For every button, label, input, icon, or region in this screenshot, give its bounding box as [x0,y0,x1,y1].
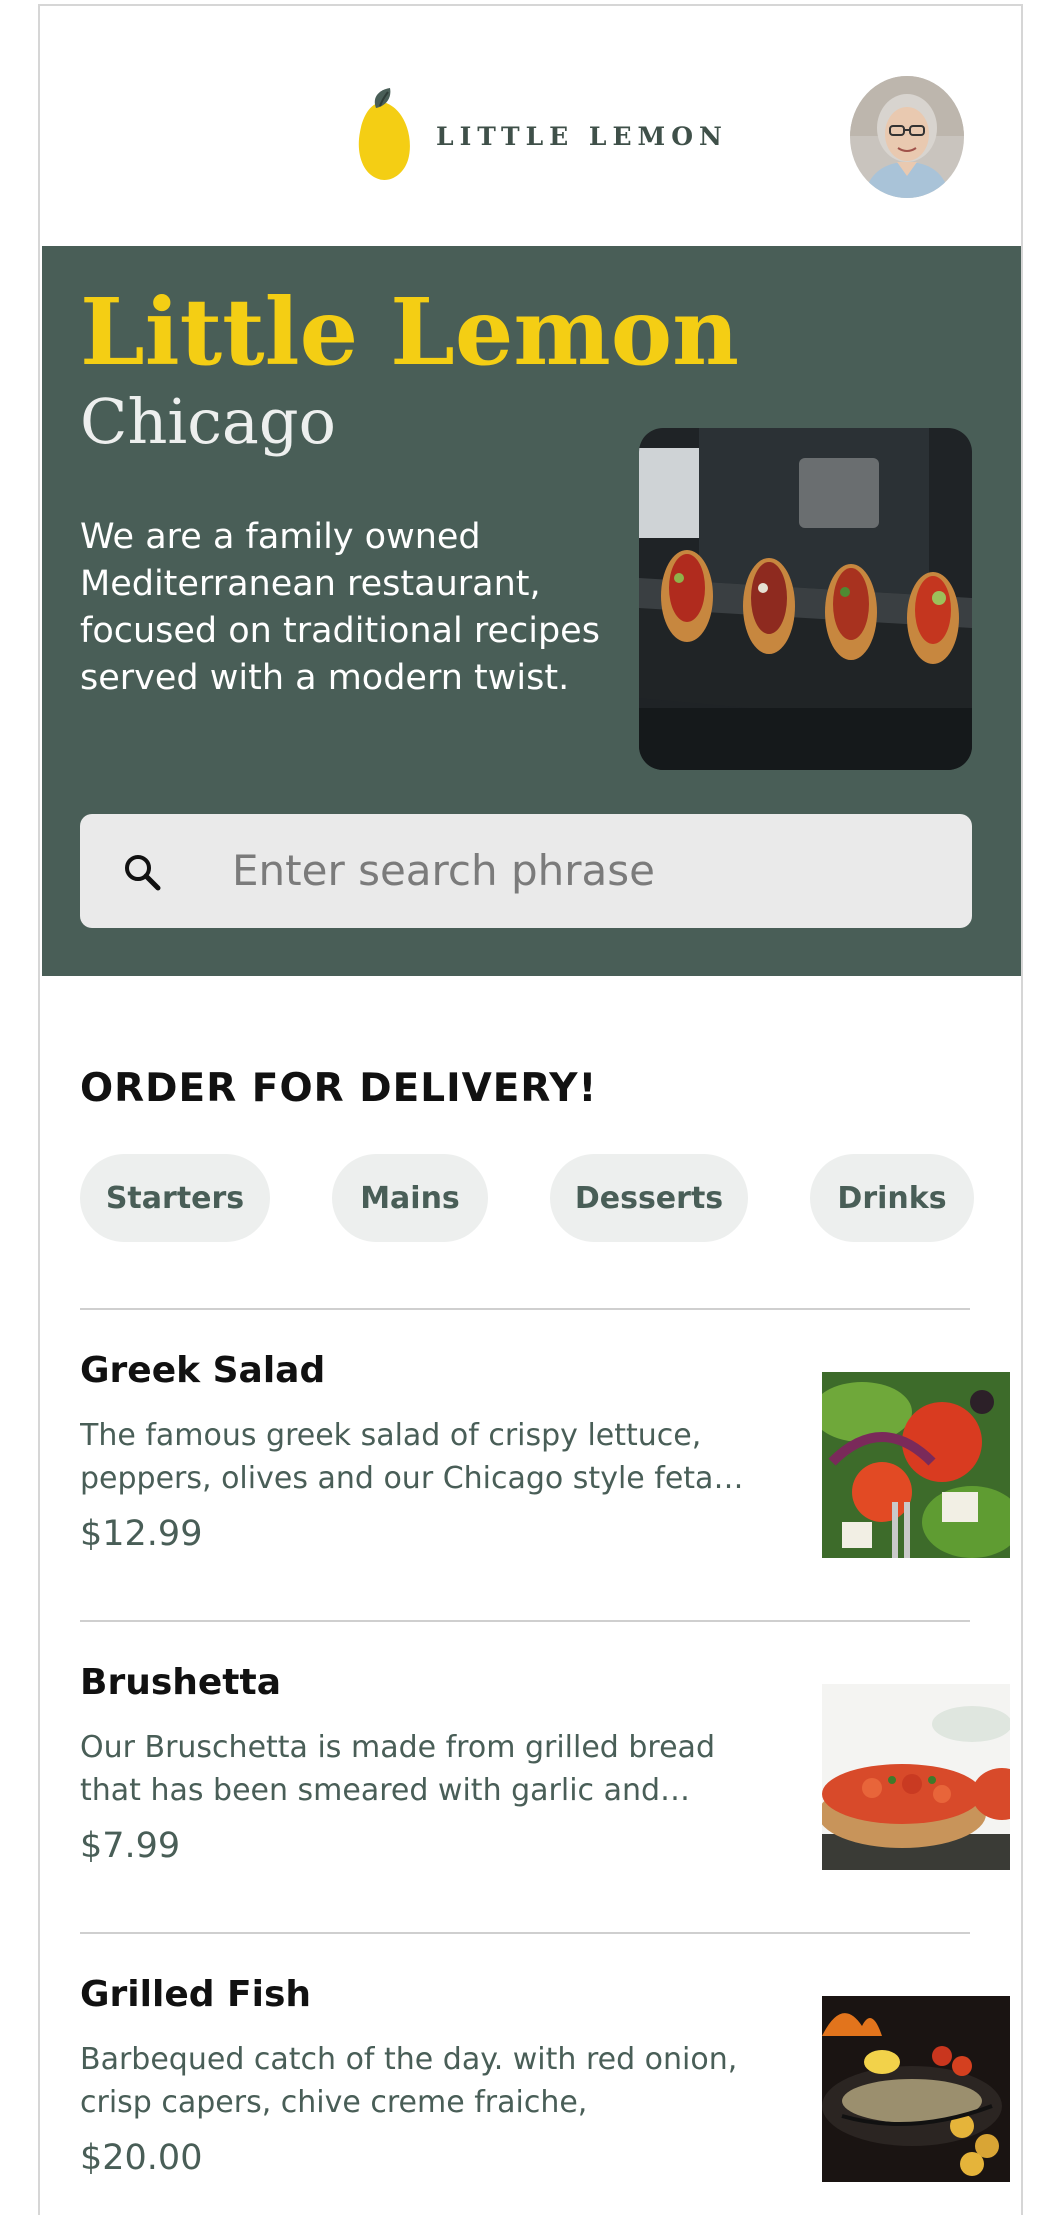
item-description: The famous greek salad of crispy lettuce… [80,1418,714,1496]
menu-item-brushetta[interactable]: Brushetta Our Bruschetta is made from gr… [80,1662,1010,1962]
category-desserts[interactable]: Desserts [550,1154,748,1242]
header: LITTLE LEMON [40,6,1021,246]
app-screen: LITTLE LEMON Little Lemon Chicago We are… [38,4,1023,2215]
logo: LITTLE LEMON [354,88,728,184]
category-starters[interactable]: Starters [80,1154,270,1242]
logo-text: LITTLE LEMON [436,121,728,151]
item-image [822,1372,1010,1558]
category-drinks[interactable]: Drinks [810,1154,974,1242]
divider [80,1308,970,1310]
search-icon [125,855,161,891]
search-bar[interactable] [80,814,972,928]
item-image [822,1684,1010,1870]
profile-photo [850,76,964,198]
hero-city: Chicago [80,385,336,458]
divider [80,1620,970,1622]
item-name: Brushetta [80,1662,282,1703]
divider [80,1932,970,1934]
menu-item-greek-salad[interactable]: Greek Salad The famous greek salad of cr… [80,1350,1010,1650]
search-input[interactable] [230,832,954,908]
item-name: Grilled Fish [80,1974,312,2015]
section-title-delivery: ORDER FOR DELIVERY! [80,1066,598,1111]
item-description: Barbequed catch of the day. with red oni… [80,2042,738,2120]
hero-description: We are a family owned Mediterranean rest… [80,517,600,698]
category-mains[interactable]: Mains [332,1154,488,1242]
category-filters: Starters Mains Desserts Drinks [80,1154,980,1242]
hero-banner: Little Lemon Chicago We are a family own… [42,246,1021,976]
item-description: Our Bruschetta is made from grilled brea… [80,1730,715,1808]
item-price: $7.99 [80,1826,181,1866]
menu-item-grilled-fish[interactable]: Grilled Fish Barbequed catch of the day.… [80,1974,1010,2215]
lemon-icon [358,88,410,180]
item-price: $12.99 [80,1514,203,1554]
item-image [822,1996,1010,2182]
hero-title: Little Lemon [80,278,739,386]
hero-image [639,428,972,770]
avatar[interactable] [850,76,964,198]
item-name: Greek Salad [80,1350,326,1391]
item-price: $20.00 [80,2138,203,2178]
